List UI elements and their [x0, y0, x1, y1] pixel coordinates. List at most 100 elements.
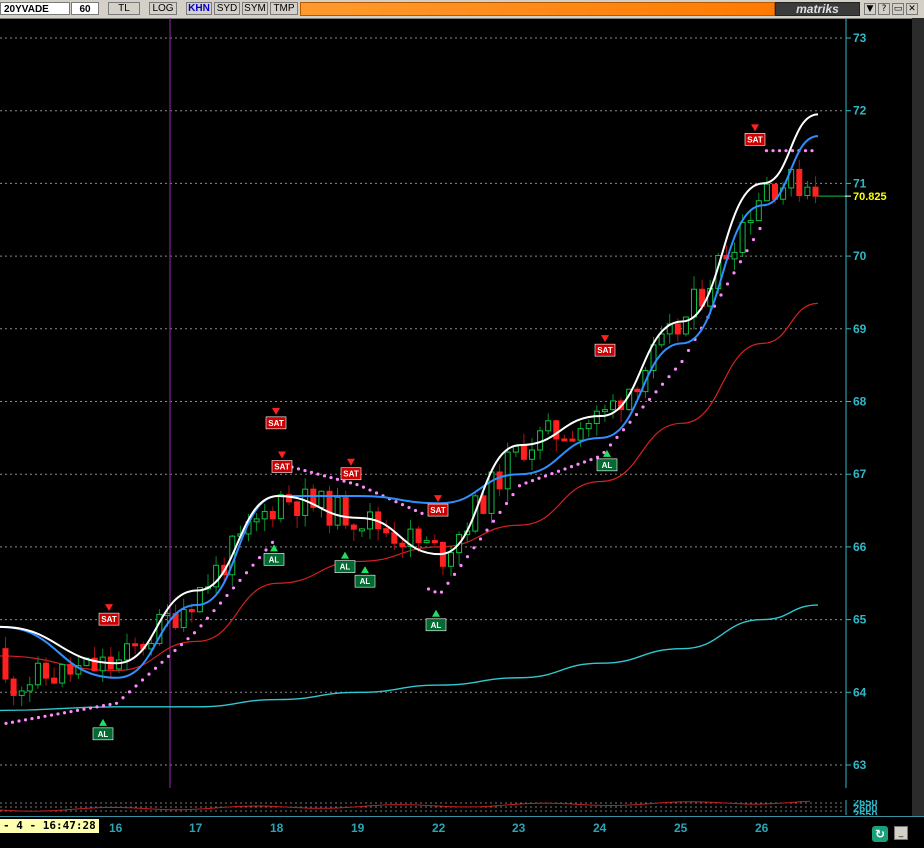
sar-dot [4, 721, 8, 725]
candle-body [691, 288, 697, 318]
sar-dot [205, 616, 210, 620]
sell-signal: SAT [98, 604, 120, 626]
sar-dot [147, 672, 151, 676]
date-label: 26 [755, 821, 769, 835]
sar-dot [322, 474, 327, 478]
sar-dot [511, 493, 515, 497]
sell-signal: SAT [594, 335, 616, 357]
sar-dot [368, 488, 372, 492]
candle-body [423, 540, 430, 544]
candle-body [26, 684, 33, 692]
sar-dot [764, 149, 769, 153]
candle-body [520, 445, 527, 460]
sar-dot [257, 555, 262, 560]
arrow-down-icon [272, 407, 280, 415]
sar-dot [225, 593, 229, 598]
sar-dot [647, 397, 652, 402]
tl-button[interactable]: TL [108, 2, 140, 15]
sar-dot [160, 660, 164, 664]
candle-body [261, 510, 268, 520]
side-panel-strip [912, 18, 924, 818]
candle-body [342, 496, 349, 526]
sar-dot [803, 149, 808, 153]
datetime-readout: - 4 - 16:47:28 [0, 819, 99, 833]
price-label: 73 [853, 31, 867, 45]
candle-body [67, 663, 74, 675]
sar-dot [446, 581, 450, 585]
khn-button[interactable]: KHN [186, 2, 212, 15]
red-moving-average-line [0, 302, 819, 672]
close-icon[interactable]: ✕ [906, 3, 918, 15]
sar-dot [17, 719, 21, 723]
buy-signal: AL [425, 609, 447, 632]
candle-body [115, 659, 122, 670]
refresh-icon[interactable]: ↻ [872, 826, 888, 842]
sar-dot [738, 260, 743, 264]
buy-label: AL [340, 563, 351, 572]
arrow-down-icon [105, 604, 113, 612]
help-icon[interactable]: ? [878, 3, 890, 15]
sar-dot [270, 540, 275, 545]
sar-dot [199, 624, 203, 628]
price-label: 66 [853, 540, 867, 554]
sar-dot [608, 443, 613, 447]
sar-dot [134, 684, 138, 688]
candle-body [59, 663, 66, 684]
sar-dot [433, 590, 437, 594]
candle-body [277, 494, 284, 520]
arrow-up-icon [361, 566, 369, 574]
sar-dot [621, 428, 626, 432]
indicator-panel[interactable] [0, 800, 845, 815]
price-label: 71 [853, 176, 867, 190]
candle-body [577, 428, 584, 441]
buy-signal: AL [263, 544, 285, 566]
sar-dot [264, 548, 268, 552]
syd-button[interactable]: SYD [214, 2, 240, 15]
chevron-down-icon[interactable]: ▼ [864, 3, 876, 15]
sell-label: SAT [343, 470, 359, 479]
sell-label: SAT [747, 135, 763, 144]
candle-body [415, 528, 422, 544]
sar-dot [777, 149, 782, 153]
sar-dot [10, 720, 15, 724]
sar-dot [400, 503, 405, 507]
sar-dot [361, 485, 366, 489]
candle-body [34, 662, 41, 686]
restore-icon[interactable]: ▭ [892, 3, 904, 15]
buy-label: AL [269, 555, 280, 564]
sell-label: SAT [101, 615, 117, 624]
candle-body [561, 438, 568, 442]
price-chart[interactable]: SAT SAT SAT SAT SAT SAT SAT AL AL AL AL AL AL [0, 18, 845, 788]
sar-dot [303, 468, 307, 473]
sar-dot [758, 226, 762, 231]
sar-dot [537, 476, 541, 480]
price-label: 68 [853, 395, 867, 409]
sar-dot [69, 709, 73, 714]
symbol-field[interactable]: 20YVADE [0, 2, 70, 15]
sar-dot [420, 511, 424, 515]
candle-body [253, 518, 260, 523]
sar-dot [452, 572, 457, 576]
period-field[interactable]: 60 [71, 2, 99, 15]
sell-label: SAT [597, 346, 613, 355]
sar-dot [82, 707, 86, 711]
minimize-icon[interactable]: _ [894, 826, 908, 840]
sym-button[interactable]: SYM [242, 2, 268, 15]
sar-dot [517, 484, 522, 488]
sar-dot [725, 282, 730, 286]
candle-body [2, 648, 9, 680]
candle-body [610, 400, 616, 411]
toolbar: 20YVADE 60 TL LOG KHN SYD SYM TMP matrik… [0, 0, 924, 19]
sar-dot [75, 708, 80, 712]
sar-dot [810, 149, 814, 153]
arrow-up-icon [270, 544, 278, 552]
candle-body [431, 540, 438, 544]
tmp-button[interactable]: TMP [270, 2, 298, 15]
sar-dot [114, 701, 119, 705]
sar-dot [56, 712, 60, 716]
sar-dot [166, 654, 171, 659]
indicator-axis: 2650260025502500 [845, 800, 877, 815]
sar-dot [771, 149, 775, 153]
sar-dot [212, 609, 216, 613]
log-button[interactable]: LOG [149, 2, 177, 15]
